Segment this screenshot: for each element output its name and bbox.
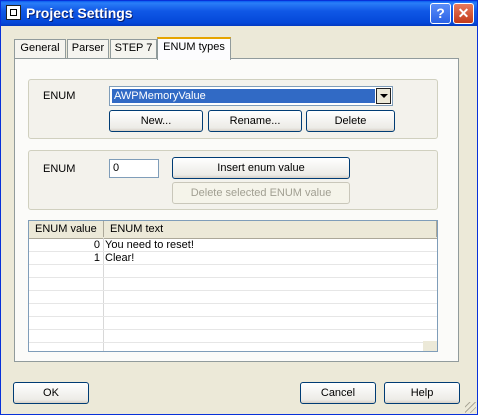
insert-enum-value-button[interactable]: Insert enum value [172, 157, 350, 179]
column-header-enum-value[interactable]: ENUM value [29, 221, 104, 237]
chevron-down-icon[interactable] [376, 88, 391, 104]
delete-selected-enum-value-button[interactable]: Delete selected ENUM value [172, 182, 350, 204]
table-row[interactable] [29, 304, 437, 317]
enum-value-cell: 0 [93, 239, 100, 251]
table-corner [423, 341, 437, 351]
close-icon[interactable]: ✕ [453, 3, 474, 24]
cancel-button[interactable]: Cancel [300, 382, 376, 404]
project-settings-dialog: Project Settings ? ✕ General Parser STEP… [0, 0, 478, 415]
table-row[interactable] [29, 291, 437, 304]
help-button[interactable]: Help [384, 382, 460, 404]
window-title: Project Settings [26, 5, 133, 21]
enum-selector-label: ENUM [43, 90, 76, 102]
table-row[interactable]: 1 Clear! [29, 252, 437, 265]
tab-general[interactable]: General [14, 39, 66, 58]
enum-text-cell: You need to reset! [105, 239, 194, 251]
tab-step7[interactable]: STEP 7 [110, 39, 157, 58]
tab-parser[interactable]: Parser [67, 39, 109, 58]
enum-text-cell: Clear! [105, 252, 135, 264]
delete-enum-button[interactable]: Delete [306, 110, 395, 132]
resize-grip[interactable] [465, 402, 476, 413]
new-enum-button[interactable]: New... [109, 110, 203, 132]
enum-value-cell: 1 [93, 252, 100, 264]
table-row[interactable] [29, 265, 437, 278]
help-icon[interactable]: ? [430, 3, 451, 24]
window-icon [6, 5, 21, 20]
table-row[interactable] [29, 330, 437, 343]
enum-type-dropdown[interactable]: AWPMemoryValue [109, 86, 393, 106]
enum-values-table[interactable]: ENUM value ENUM text 0 You need to reset… [28, 220, 438, 352]
column-header-enum-text[interactable]: ENUM text [104, 221, 437, 237]
table-row[interactable] [29, 317, 437, 330]
title-bar[interactable]: Project Settings ? ✕ [1, 1, 477, 26]
enum-value-label: ENUM [43, 163, 76, 175]
enum-value-input[interactable]: 0 [109, 159, 159, 178]
tab-enum-types[interactable]: ENUM types [157, 37, 231, 60]
rename-enum-button[interactable]: Rename... [208, 110, 302, 132]
table-header: ENUM value ENUM text [29, 221, 437, 239]
table-row[interactable]: 0 You need to reset! [29, 239, 437, 252]
enum-type-selected-value: AWPMemoryValue [112, 89, 375, 103]
ok-button[interactable]: OK [13, 382, 89, 404]
table-row[interactable] [29, 278, 437, 291]
